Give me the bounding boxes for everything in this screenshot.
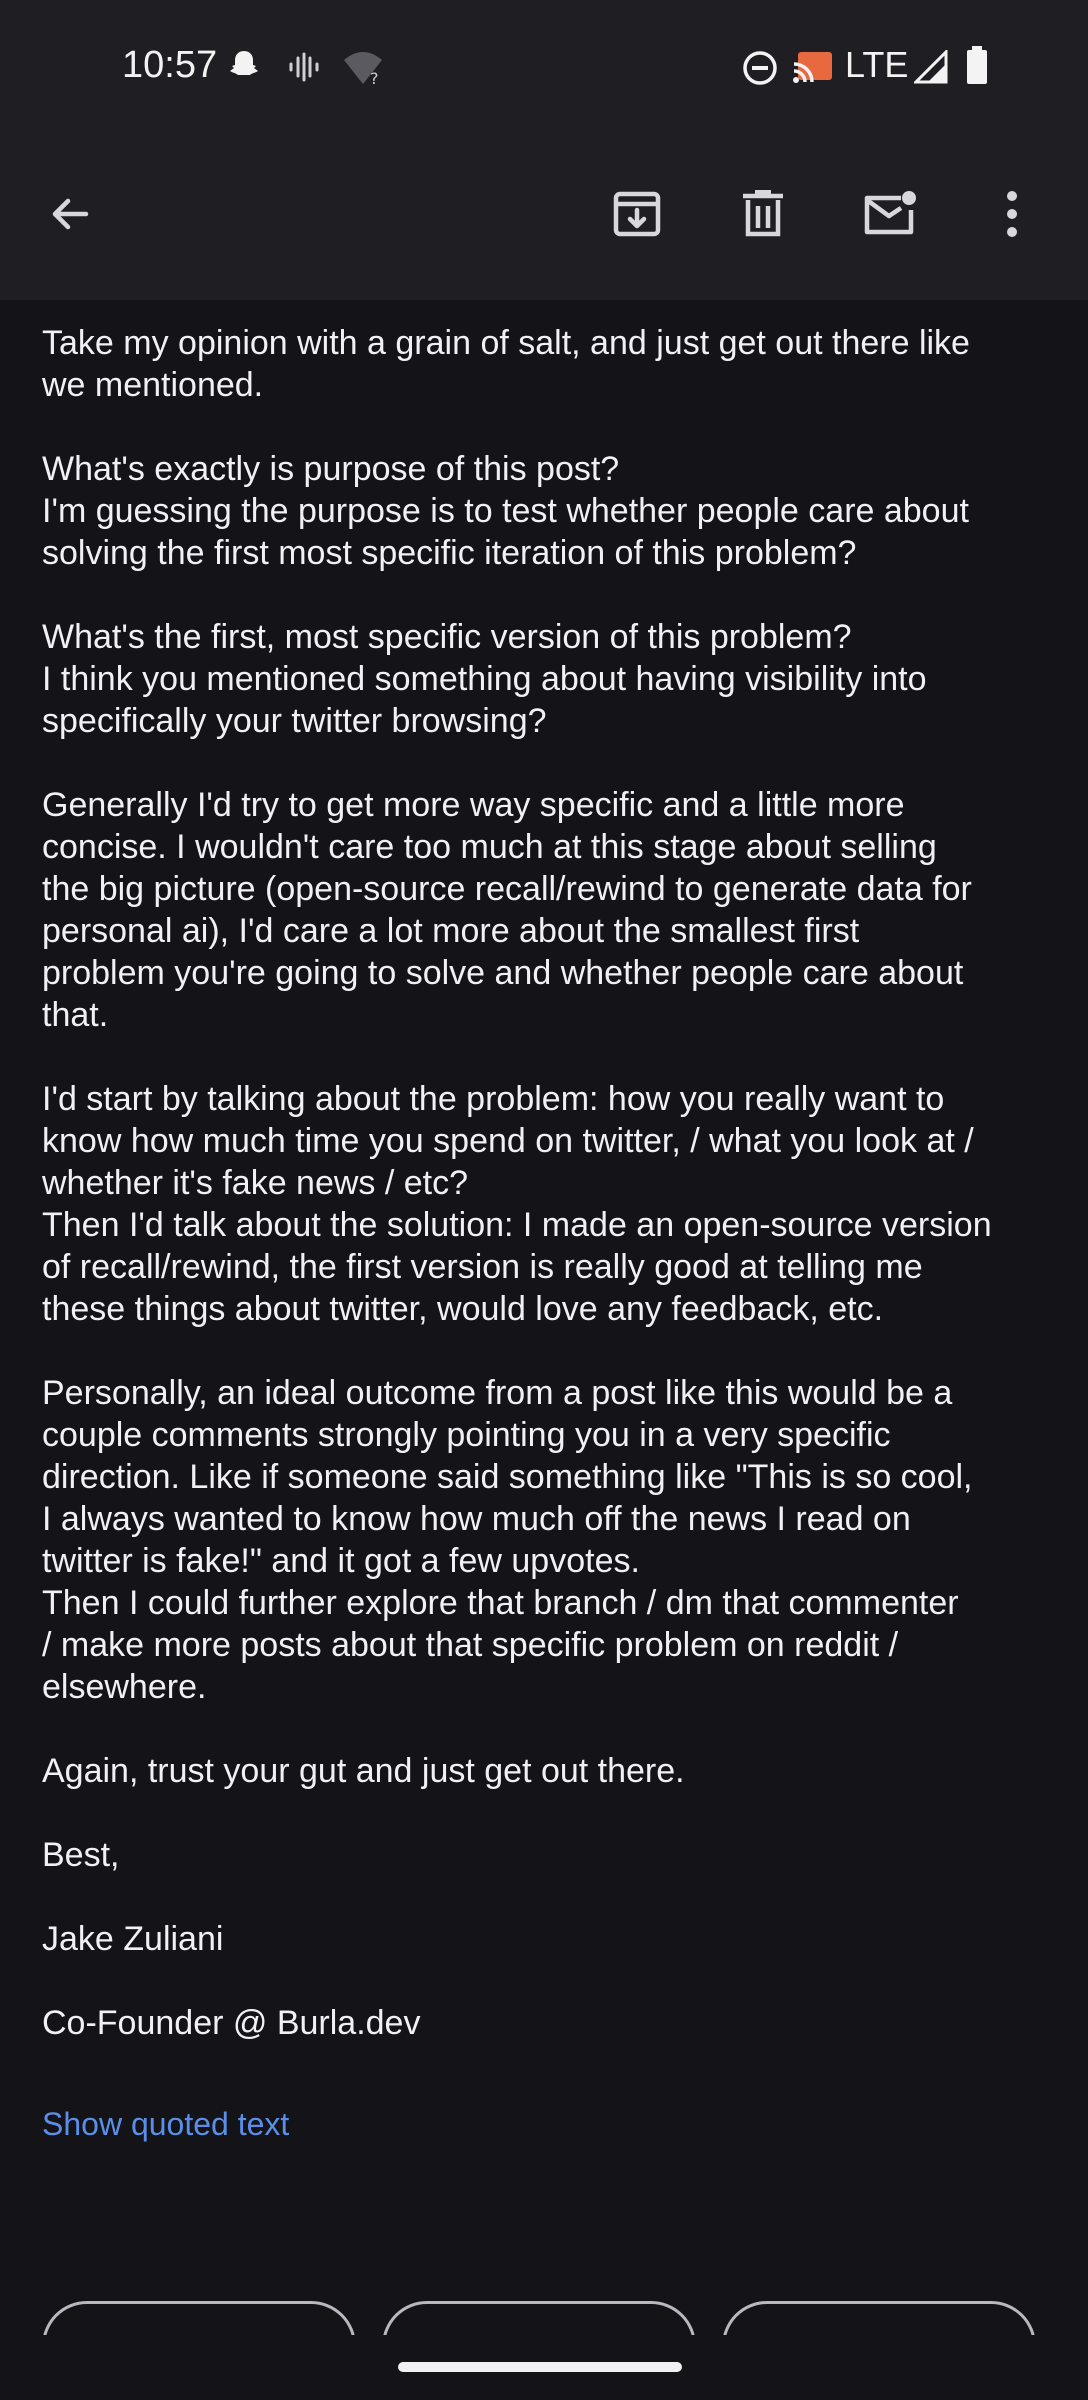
back-button[interactable] [30, 174, 110, 254]
more-options-button[interactable] [972, 174, 1052, 254]
email-toolbar [0, 135, 1088, 300]
cast-icon [792, 50, 834, 89]
email-paragraph: Take my opinion with a grain of salt, an… [42, 324, 970, 404]
smart-reply-chip[interactable] [42, 2301, 356, 2335]
smart-reply-chip[interactable] [382, 2301, 696, 2335]
signature-name: Jake Zuliani [42, 1920, 224, 1958]
battery-icon [966, 46, 988, 89]
delete-button[interactable] [723, 174, 803, 254]
signature-title: Co-Founder @ Burla.dev [42, 2004, 421, 2042]
arrow-back-icon [52, 198, 89, 230]
email-paragraph: What's exactly is purpose of this post? I… [42, 450, 969, 572]
dnd-icon [742, 50, 778, 91]
email-paragraph: What's the first, most specific version … [42, 618, 927, 740]
mark-unread-icon [864, 191, 916, 235]
show-quoted-text-link[interactable]: Show quoted text [42, 2106, 289, 2143]
voicemail-icon [288, 52, 320, 87]
status-time: 10:57 [122, 44, 218, 86]
email-paragraph: I'd start by talking about the problem: … [42, 1080, 992, 1328]
sign-off: Best, [42, 1836, 120, 1874]
archive-button[interactable] [597, 174, 677, 254]
smart-reply-chip[interactable] [722, 2301, 1036, 2335]
signal-icon [912, 48, 948, 89]
svg-text:?: ? [370, 69, 379, 86]
delete-icon [743, 190, 783, 237]
more-options-icon [1007, 191, 1017, 237]
archive-icon [613, 191, 661, 237]
email-paragraph: Generally I'd try to get more way specif… [42, 786, 972, 1034]
status-bar: 10:57 ? LTE [0, 0, 1088, 135]
wifi-unknown-icon: ? [342, 50, 384, 91]
email-paragraph: Again, trust your gut and just get out t… [42, 1752, 685, 1790]
email-body: Take my opinion with a grain of salt, an… [42, 322, 1052, 2086]
network-type: LTE [845, 44, 909, 85]
home-indicator[interactable] [398, 2362, 682, 2372]
mark-unread-button[interactable] [850, 174, 930, 254]
snapchat-icon [226, 48, 262, 89]
smart-reply-chips [0, 2295, 1088, 2335]
email-paragraph: Personally, an ideal outcome from a post… [42, 1374, 973, 1706]
